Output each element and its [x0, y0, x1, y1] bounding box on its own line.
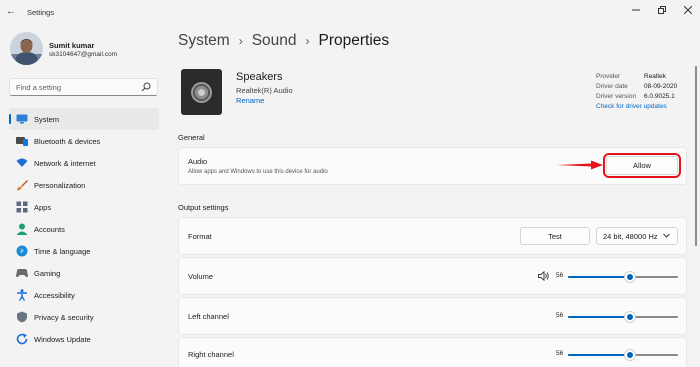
shield-icon [15, 310, 29, 324]
chevron-right-icon: › [305, 34, 310, 48]
sidebar-item-label: System [34, 114, 60, 124]
volume-slider[interactable] [568, 272, 678, 282]
rename-link[interactable]: Rename [236, 96, 264, 105]
volume-value: 56 [556, 272, 564, 279]
sidebar-item-personalization[interactable]: Personalization [9, 174, 159, 196]
volume-card: Volume 56 [178, 257, 687, 295]
sidebar-item-label: Time & language [34, 246, 91, 256]
sidebar-item-label: Network & internet [34, 158, 96, 168]
format-dropdown[interactable]: 24 bit, 48000 Hz [596, 227, 678, 245]
sidebar-item-label: Apps [34, 202, 52, 212]
wifi-icon [15, 156, 29, 170]
device-subtitle: Realtek(R) Audio [236, 86, 293, 95]
bluetooth-icon [15, 134, 29, 148]
speaker-icon [181, 69, 222, 115]
close-icon [684, 6, 692, 14]
scrollbar[interactable] [695, 66, 697, 246]
window-title: Settings [27, 8, 55, 17]
right-channel-card: Right channel 56 [178, 337, 687, 367]
maximize-button[interactable] [652, 3, 672, 17]
driver-date-value: 08-09-2020 [644, 83, 678, 90]
person-icon [15, 222, 29, 236]
sidebar-item-gaming[interactable]: Gaming [9, 262, 159, 284]
minimize-icon [632, 9, 640, 11]
breadcrumb: System › Sound › Properties [178, 32, 389, 50]
search-box[interactable] [9, 78, 158, 96]
sidebar-item-label: Bluetooth & devices [34, 136, 101, 146]
apps-icon [15, 200, 29, 214]
chevron-down-icon [663, 233, 670, 238]
left-channel-card: Left channel 56 [178, 297, 687, 335]
test-button[interactable]: Test [520, 227, 590, 245]
sidebar-item-label: Privacy & security [34, 312, 94, 322]
sidebar-item-apps[interactable]: Apps [9, 196, 159, 218]
left-channel-value: 56 [556, 312, 564, 319]
sidebar-item-privacy[interactable]: Privacy & security [9, 306, 159, 328]
page-title: Properties [318, 32, 390, 49]
provider-label: Provider [596, 73, 621, 80]
globe-icon [15, 244, 29, 258]
format-card: Format Test 24 bit, 48000 Hz [178, 217, 687, 255]
chevron-right-icon: › [238, 34, 243, 48]
sidebar-item-label: Accessibility [34, 290, 75, 300]
allow-button[interactable]: Allow [603, 153, 681, 178]
user-email: sk3104647@gmail.com [49, 51, 118, 58]
minimize-button[interactable] [626, 3, 646, 17]
audio-description: Allow apps and Windows to use this devic… [188, 169, 328, 175]
title-bar: ← Settings [0, 0, 700, 24]
breadcrumb-system[interactable]: System [178, 32, 230, 50]
left-channel-slider[interactable] [568, 312, 678, 322]
driver-version-value: 6.0.9025.1 [644, 93, 675, 100]
sidebar-item-accessibility[interactable]: Accessibility [9, 284, 159, 306]
sidebar-item-label: Windows Update [34, 334, 91, 344]
search-input[interactable] [16, 80, 134, 94]
right-channel-value: 56 [556, 350, 564, 357]
sidebar-item-windows-update[interactable]: Windows Update [9, 328, 159, 350]
volume-label: Volume [188, 272, 214, 281]
right-channel-label: Right channel [188, 350, 234, 359]
avatar [10, 32, 43, 65]
section-header-general: General [178, 133, 205, 142]
arrow-right-icon [557, 160, 603, 170]
format-label: Format [188, 232, 212, 241]
check-driver-updates-link[interactable]: Check for driver updates [596, 102, 667, 112]
driver-version-label: Driver version [596, 93, 637, 100]
search-icon[interactable] [141, 82, 151, 92]
slider-thumb[interactable] [624, 272, 635, 282]
left-channel-label: Left channel [188, 312, 229, 321]
sidebar-item-time-language[interactable]: Time & language [9, 240, 159, 262]
maximize-icon [658, 6, 666, 14]
right-channel-slider[interactable] [568, 350, 678, 360]
format-value: 24 bit, 48000 Hz [603, 231, 658, 241]
section-header-output: Output settings [178, 203, 229, 212]
close-button[interactable] [678, 3, 698, 17]
gamepad-icon [15, 266, 29, 280]
monitor-icon [15, 112, 29, 126]
sidebar-nav: System Bluetooth & devices Network & int… [9, 108, 159, 350]
sidebar-item-label: Accounts [34, 224, 65, 234]
audio-title: Audio [188, 157, 208, 166]
sidebar-item-system[interactable]: System [9, 108, 159, 130]
brush-icon [15, 178, 29, 192]
provider-value: Realtek [644, 73, 667, 80]
sidebar-item-accounts[interactable]: Accounts [9, 218, 159, 240]
back-arrow-icon[interactable]: ← [6, 6, 16, 17]
sidebar-item-bluetooth[interactable]: Bluetooth & devices [9, 130, 159, 152]
slider-thumb[interactable] [624, 312, 635, 322]
accessibility-icon [15, 288, 29, 302]
update-icon [15, 332, 29, 346]
sidebar-item-network[interactable]: Network & internet [9, 152, 159, 174]
breadcrumb-sound[interactable]: Sound [252, 32, 297, 50]
driver-properties: Provider Realtek Driver date 08-09-2020 Dr… [596, 72, 677, 112]
audio-card: Audio Allow apps and Windows to use this… [178, 147, 687, 185]
user-name: Sumit kumar [49, 41, 95, 50]
speaker-volume-icon[interactable] [538, 271, 549, 281]
driver-date-label: Driver date [596, 83, 628, 90]
slider-thumb[interactable] [624, 350, 635, 360]
device-name: Speakers [236, 71, 283, 83]
sidebar-item-label: Gaming [34, 268, 61, 278]
sidebar-item-label: Personalization [34, 180, 86, 190]
